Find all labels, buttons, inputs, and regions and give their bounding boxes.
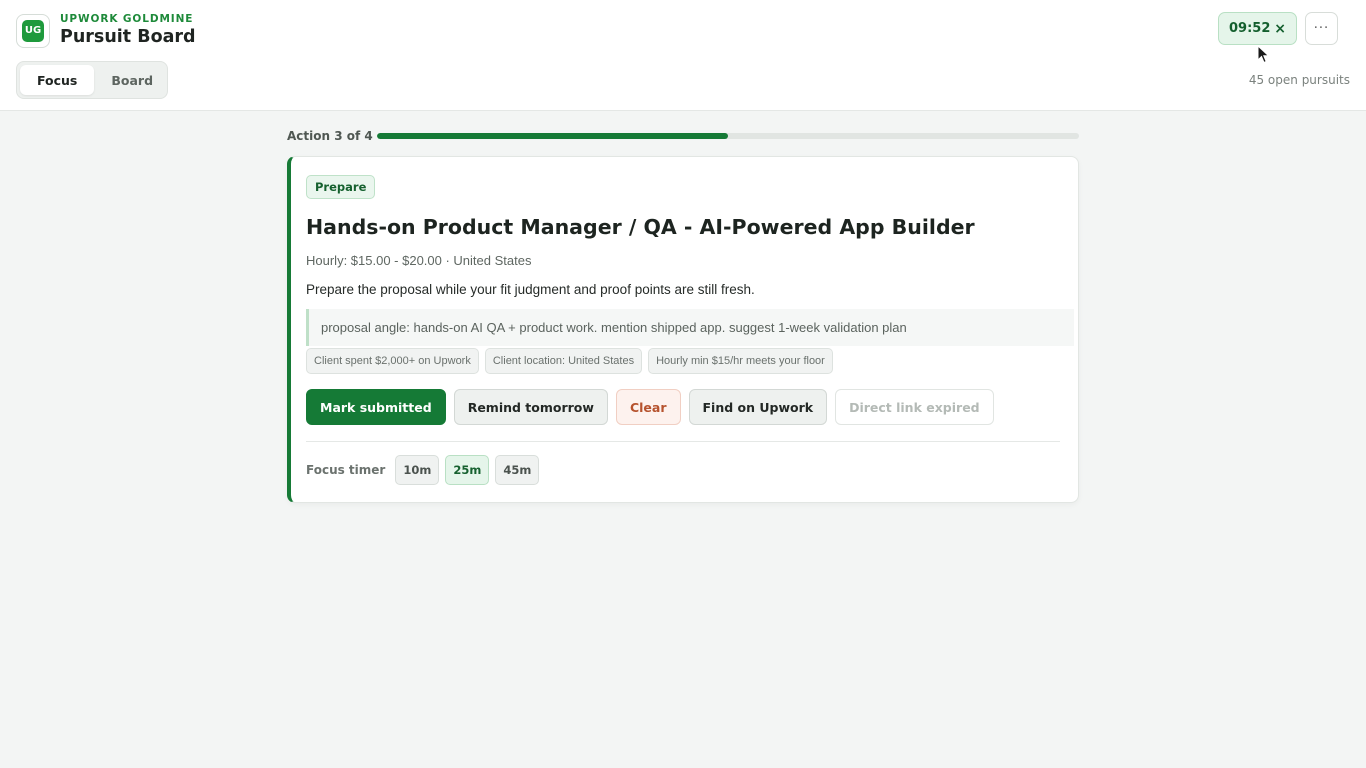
job-title: Hands-on Product Manager / QA - AI-Power…	[306, 215, 975, 239]
signal-chips: Client spent $2,000+ on Upwork Client lo…	[306, 348, 833, 374]
direct-link-expired-button: Direct link expired	[835, 389, 994, 425]
timer-option-45m[interactable]: 45m	[495, 455, 540, 485]
tab-board[interactable]: Board	[94, 65, 170, 95]
timer-value: 09:52	[1229, 21, 1271, 36]
running-timer[interactable]: 09:52 ×	[1218, 12, 1297, 45]
mouse-cursor-icon	[1257, 45, 1270, 64]
divider	[306, 441, 1060, 442]
focus-timer-row: Focus timer 10m 25m 45m	[306, 455, 545, 485]
progress-bar	[377, 133, 1079, 139]
chip-client-location: Client location: United States	[484, 348, 643, 374]
page-title: Pursuit Board	[60, 27, 196, 47]
view-switcher: Focus Board	[16, 61, 168, 99]
stage-badge: Prepare	[306, 175, 376, 199]
action-buttons: Mark submitted Remind tomorrow Clear Fin…	[306, 389, 994, 425]
more-options-button[interactable]: ···	[1305, 12, 1338, 45]
progress-fill	[377, 133, 728, 139]
proposal-angle-note: proposal angle: hands-on AI QA + product…	[306, 309, 1074, 346]
close-icon[interactable]: ×	[1274, 21, 1286, 37]
timer-option-10m[interactable]: 10m	[395, 455, 440, 485]
open-pursuits-count: 45 open pursuits	[1248, 73, 1350, 87]
job-meta: Hourly: $15.00 - $20.00 · United States	[306, 253, 532, 268]
clear-button[interactable]: Clear	[615, 389, 681, 425]
top-bar: UG UPWORK GOLDMINE Pursuit Board Focus B…	[0, 0, 1366, 111]
progress-label: Action 3 of 4	[287, 129, 373, 143]
pursuit-card: Prepare Hands-on Product Manager / QA - …	[287, 156, 1079, 503]
brand: UG UPWORK GOLDMINE Pursuit Board	[16, 13, 196, 48]
app-logo: UG	[16, 13, 50, 48]
chip-hourly-min: Hourly min $15/hr meets your floor	[648, 348, 833, 374]
mark-submitted-button[interactable]: Mark submitted	[306, 389, 446, 425]
chip-client-spent: Client spent $2,000+ on Upwork	[306, 348, 479, 374]
tab-focus[interactable]: Focus	[20, 65, 95, 95]
brand-kicker: UPWORK GOLDMINE	[60, 13, 194, 25]
job-description: Prepare the proposal while your fit judg…	[306, 282, 755, 297]
focus-timer-label: Focus timer	[306, 463, 386, 477]
brand-text: UPWORK GOLDMINE Pursuit Board	[60, 13, 196, 48]
find-on-upwork-button[interactable]: Find on Upwork	[688, 389, 828, 425]
timer-option-25m[interactable]: 25m	[445, 455, 490, 485]
remind-tomorrow-button[interactable]: Remind tomorrow	[453, 389, 608, 425]
logo-mark: UG	[22, 19, 44, 42]
